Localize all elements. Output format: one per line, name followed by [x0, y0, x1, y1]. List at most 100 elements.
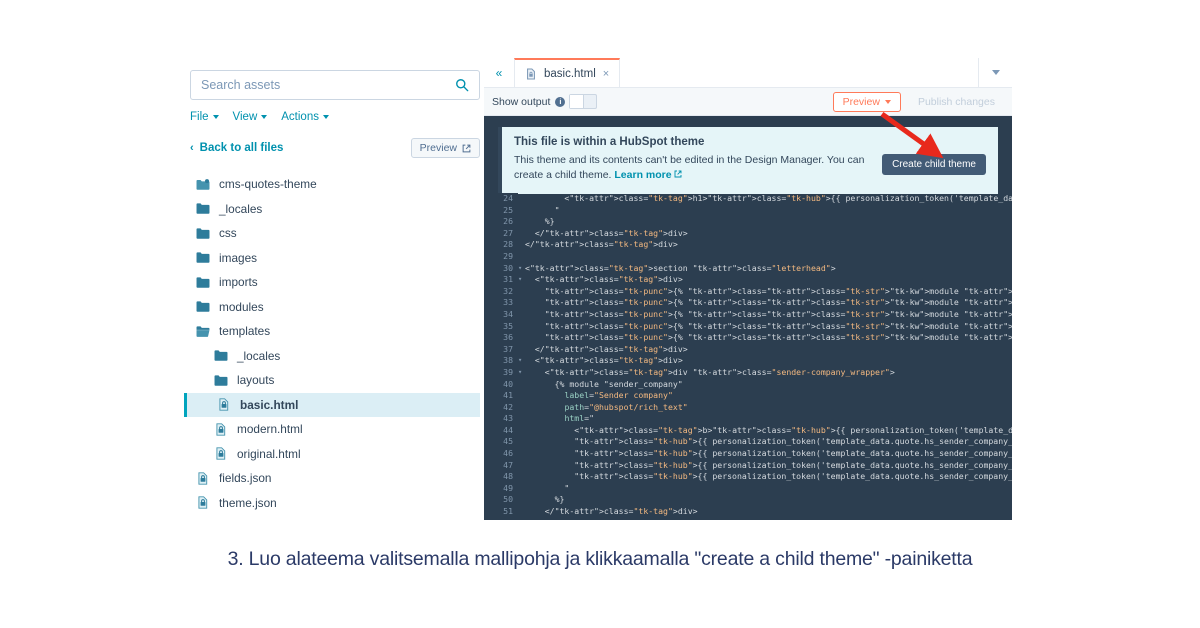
code-line: </"tk-attr">class="tk-tag">div>	[525, 239, 678, 250]
chevron-down-icon	[212, 115, 219, 119]
tree-item-label: layouts	[237, 373, 275, 388]
tree-item[interactable]: theme.json	[190, 491, 480, 516]
fold-marker[interactable]	[518, 216, 525, 228]
tree-item-label: fields.json	[219, 471, 272, 486]
code-view[interactable]: 24 25 26 27 28 29 30 31 32 33 34 35 36 37 38 39 40 41 42 43…	[484, 193, 1012, 520]
locked-file-icon	[525, 68, 537, 80]
tree-item[interactable]: original.html	[190, 442, 480, 467]
fold-marker[interactable]	[518, 344, 525, 356]
line-number: 28	[503, 239, 513, 250]
fold-marker[interactable]	[518, 402, 525, 414]
fold-marker[interactable]	[518, 286, 525, 298]
chevron-left-icon: ‹	[190, 141, 194, 154]
fold-marker[interactable]: ▾	[518, 274, 525, 286]
tree-item-label: modern.html	[237, 422, 303, 437]
banner-body: This theme and its contents can't be edi…	[514, 153, 889, 183]
line-number: 31	[503, 274, 513, 285]
tree-item[interactable]: imports	[190, 270, 480, 295]
fold-marker[interactable]	[518, 332, 525, 344]
info-icon[interactable]: i	[555, 96, 566, 107]
fold-marker[interactable]	[518, 506, 525, 518]
tabbar-spacer	[620, 58, 978, 87]
tree-item-selected[interactable]: basic.html	[184, 392, 480, 417]
line-number: 44	[503, 424, 513, 435]
fold-marker[interactable]	[518, 413, 525, 425]
menu-actions[interactable]: Actions	[281, 111, 329, 123]
preview-dropdown-button[interactable]: Preview	[832, 91, 901, 112]
line-number: 30	[503, 262, 513, 273]
line-number: 46	[503, 448, 513, 459]
fold-marker[interactable]: ▾	[518, 355, 525, 367]
search-assets-box[interactable]	[190, 70, 480, 100]
tab-basic-html[interactable]: basic.html ×	[514, 58, 621, 87]
menu-file-label: File	[190, 111, 209, 123]
sidebar-back-row: ‹ Back to all files Preview	[190, 136, 480, 160]
code-vertical-scrollbar[interactable]	[1007, 116, 1012, 520]
tree-item[interactable]: css	[190, 221, 480, 246]
fold-marker[interactable]	[518, 309, 525, 321]
fold-marker[interactable]	[518, 297, 525, 309]
create-child-theme-button[interactable]: Create child theme	[882, 154, 986, 175]
fold-marker[interactable]	[518, 321, 525, 333]
locked-file-icon	[214, 423, 228, 436]
back-to-all-files-label: Back to all files	[199, 142, 284, 154]
folder-icon	[196, 251, 210, 264]
fold-marker[interactable]	[518, 483, 525, 495]
code-line: label="Sender company"	[564, 390, 673, 401]
tree-item[interactable]: modern.html	[190, 417, 480, 442]
code-lines[interactable]: <"tk-attr">class="tk-tag">h1>"tk-attr">c…	[525, 193, 1012, 520]
menu-view[interactable]: View	[233, 111, 268, 123]
tree-item[interactable]: _locales	[190, 344, 480, 369]
tab-label: basic.html	[544, 67, 596, 80]
fold-marker[interactable]	[518, 494, 525, 506]
collapse-sidebar-button[interactable]: «	[484, 58, 514, 87]
tree-item[interactable]: modules	[190, 295, 480, 320]
learn-more-link[interactable]: Learn more	[614, 169, 682, 181]
code-line: "tk-attr">class="tk-punc">{% "tk-attr">c…	[544, 320, 1012, 331]
fold-marker[interactable]	[518, 193, 525, 205]
tree-item[interactable]: fields.json	[190, 466, 480, 491]
fold-marker[interactable]	[518, 471, 525, 483]
tab-overflow-button[interactable]	[978, 58, 1012, 87]
line-number: 33	[503, 297, 513, 308]
fold-marker[interactable]	[518, 460, 525, 472]
sidebar-preview-label: Preview	[419, 142, 457, 154]
locked-file-icon	[217, 398, 231, 411]
line-number: 49	[503, 482, 513, 493]
search-input[interactable]	[201, 78, 455, 92]
line-number: 50	[503, 494, 513, 505]
show-output-label: Show output	[492, 95, 551, 108]
line-number: 38	[503, 355, 513, 366]
code-line: "tk-attr">class="tk-hub">{{ personalizat…	[574, 436, 1012, 447]
fold-marker[interactable]	[518, 239, 525, 251]
fold-marker[interactable]	[518, 436, 525, 448]
menu-file[interactable]: File	[190, 111, 219, 123]
editor-toolbar: Show output i Preview Publish changes	[484, 88, 1012, 116]
fold-marker[interactable]	[518, 205, 525, 217]
line-number: 43	[503, 413, 513, 424]
locked-file-icon	[214, 447, 228, 460]
show-output-toggle[interactable]	[569, 94, 598, 109]
tree-item[interactable]: images	[190, 246, 480, 271]
fold-marker[interactable]	[518, 390, 525, 402]
fold-marker[interactable]: ▾	[518, 367, 525, 379]
fold-marker[interactable]	[518, 379, 525, 391]
code-fold-column[interactable]: ▾ ▾ ▾ ▾	[518, 193, 525, 520]
fold-marker[interactable]	[518, 251, 525, 263]
tree-item[interactable]: templates	[190, 319, 480, 344]
tree-item[interactable]: layouts	[190, 368, 480, 393]
code-line: "tk-attr">class="tk-punc">{% "tk-attr">c…	[544, 297, 1012, 308]
tree-item[interactable]: _locales	[190, 197, 480, 222]
fold-marker[interactable]	[518, 228, 525, 240]
line-number-gutter: 24 25 26 27 28 29 30 31 32 33 34 35 36 37 38 39 40 41 42 43…	[484, 193, 518, 520]
close-icon[interactable]: ×	[603, 68, 609, 80]
line-number: 27	[503, 227, 513, 238]
back-to-all-files-link[interactable]: ‹ Back to all files	[190, 142, 283, 154]
tree-item[interactable]: cms-quotes-theme	[190, 172, 480, 197]
search-icon[interactable]	[455, 78, 469, 92]
sidebar-preview-button[interactable]: Preview	[410, 138, 480, 158]
fold-marker[interactable]: ▾	[518, 263, 525, 275]
tree-item-label: images	[219, 250, 258, 265]
fold-marker[interactable]	[518, 425, 525, 437]
fold-marker[interactable]	[518, 448, 525, 460]
